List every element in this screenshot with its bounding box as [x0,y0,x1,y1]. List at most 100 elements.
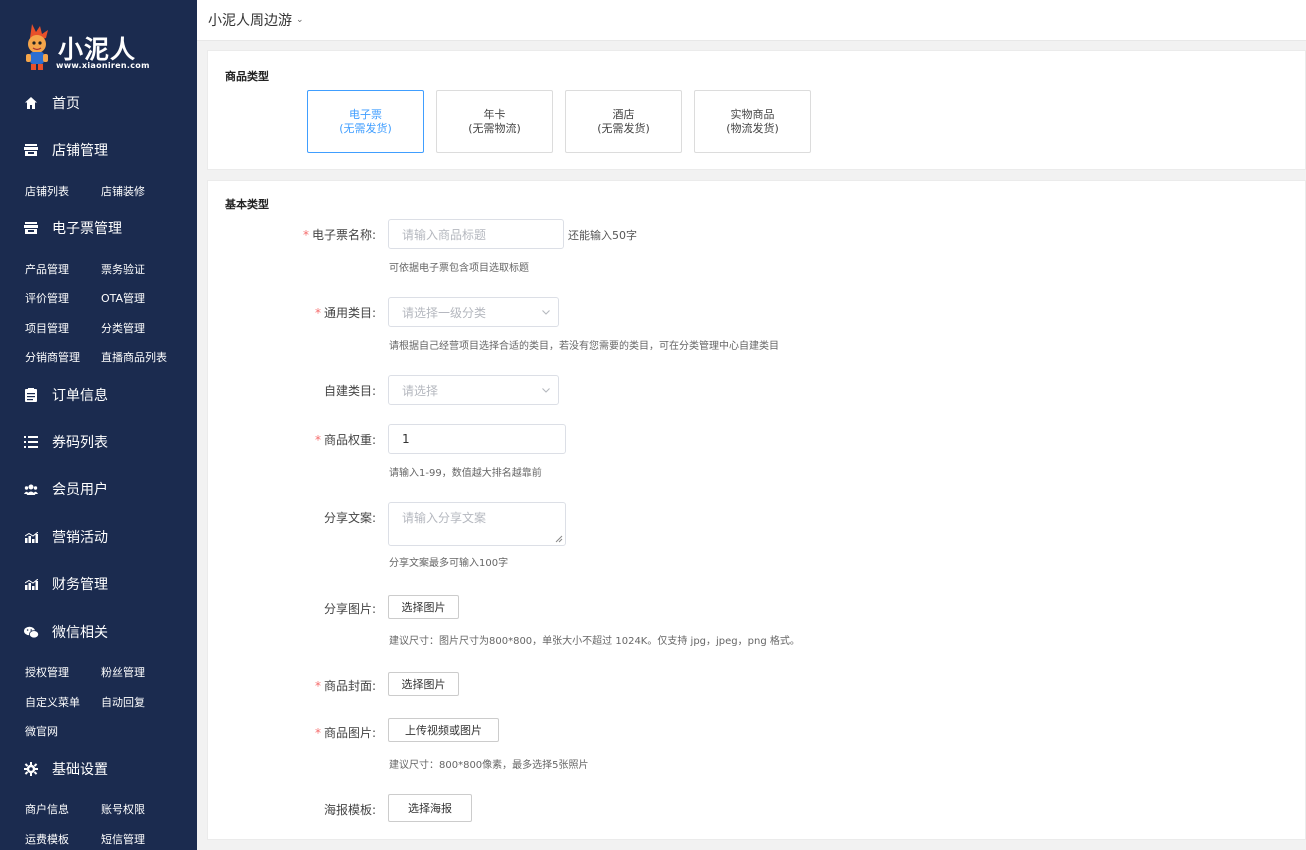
store-icon [23,220,39,236]
logo[interactable]: 小泥人 www.xiaoniren.com [0,0,197,78]
sidebar-subitem-merchant-info[interactable]: 商户信息 [25,801,69,817]
sidebar-subitem-live-products[interactable]: 直播商品列表 [101,349,167,365]
cover-label: * 商品封面: [315,677,376,694]
required-mark: * [302,228,309,242]
chevron-down-icon [542,388,550,393]
cover-label-text: 商品封面: [323,679,376,693]
sidebar-subitem-shop-list[interactable]: 店铺列表 [25,183,69,199]
sidebar-item-label: 营销活动 [52,530,108,546]
sidebar-subitem-sms[interactable]: 短信管理 [101,831,145,847]
poster-label: 海报模板: [323,803,376,817]
bar-chart-icon [23,576,39,592]
sidebar-item-label: 电子票管理 [52,221,122,237]
list-icon [23,434,39,450]
share-text-textarea[interactable]: 请输入分享文案 [388,502,566,546]
sidebar-subitem-account-perms[interactable]: 账号权限 [101,801,145,817]
type-option-hotel[interactable]: 酒店 (无需发货) [565,90,682,153]
sidebar-item-label: 券码列表 [52,435,108,451]
sidebar-item-eticket[interactable]: 电子票管理 [0,213,197,243]
sidebar-item-label: 财务管理 [52,577,108,593]
custom-category-label: 自建类目: [323,384,376,398]
sidebar-subitem-ticket-verify[interactable]: 票务验证 [101,261,145,277]
bar-chart-icon [23,529,39,545]
sidebar-item-settings[interactable]: 基础设置 [0,754,197,784]
sidebar-item-marketing[interactable]: 营销活动 [0,522,197,552]
sidebar-item-label: 微信相关 [52,625,108,641]
share-text-label: 分享文案: [323,511,376,525]
gear-icon [23,761,39,777]
share-image-select-button[interactable]: 选择图片 [388,595,459,619]
sidebar-subitem-fans[interactable]: 粉丝管理 [101,664,145,680]
category-placeholder: 请选择一级分类 [402,305,487,320]
chevron-down-icon: ⌄ [296,15,304,25]
upload-media-button[interactable]: 上传视频或图片 [388,718,499,742]
name-char-counter: 还能输入50字 [568,229,637,242]
shop-selector[interactable]: 小泥人周边游 ⌄ [208,10,304,30]
sidebar-item-label: 基础设置 [52,762,108,778]
custom-category-select[interactable]: 请选择 [388,375,559,405]
chevron-down-icon [542,310,550,315]
clipboard-icon [23,387,39,403]
sidebar-subitem-projects[interactable]: 项目管理 [25,320,69,336]
type-option-annual-card[interactable]: 年卡 (无需物流) [436,90,553,153]
required-mark: * [314,306,321,320]
top-header: 小泥人周边游 ⌄ [197,0,1306,41]
sidebar-subitem-custom-menu[interactable]: 自定义菜单 [25,694,80,710]
share-text-placeholder: 请输入分享文案 [402,511,487,525]
sidebar-item-members[interactable]: 会员用户 [0,474,197,504]
store-icon [23,142,39,158]
category-label: * 通用类目: [315,304,376,321]
sidebar-item-codes[interactable]: 券码列表 [0,427,197,457]
sidebar-subitem-shipping-template[interactable]: 运费模板 [25,831,69,847]
sidebar-subitem-ota[interactable]: OTA管理 [101,290,145,306]
poster-select-button[interactable]: 选择海报 [388,794,472,822]
sidebar-item-label: 会员用户 [52,482,108,498]
resize-grip-icon[interactable] [555,535,563,543]
category-label-text: 通用类目: [323,306,376,320]
sidebar-item-orders[interactable]: 订单信息 [0,380,197,410]
sidebar-item-home[interactable]: 首页 [0,88,197,118]
sidebar-subitem-auth[interactable]: 授权管理 [25,664,69,680]
type-option-eticket[interactable]: 电子票 (无需发货) [307,90,424,153]
images-label-text: 商品图片: [323,726,376,740]
custom-category-placeholder: 请选择 [402,383,439,398]
sidebar-subitem-shop-decor[interactable]: 店铺装修 [101,183,145,199]
type-option-name: 酒店 [612,107,635,121]
weight-label-text: 商品权重: [323,433,376,447]
sidebar-subitem-categories[interactable]: 分类管理 [101,320,145,336]
share-text-hint: 分享文案最多可输入100字 [389,558,509,569]
type-option-note: (无需物流) [468,121,521,135]
sidebar-item-wechat[interactable]: 微信相关 [0,617,197,647]
images-label: * 商品图片: [315,724,376,741]
product-type-card: 商品类型 电子票 (无需发货) 年卡 (无需物流) 酒店 (无需发货) 实物商品… [207,50,1306,170]
sidebar-item-label: 首页 [52,96,80,112]
sidebar-item-label: 店铺管理 [52,143,108,159]
weight-hint: 请输入1-99，数值越大排名越靠前 [389,468,542,479]
type-option-note: (无需发货) [339,121,392,135]
sidebar-subitem-reviews[interactable]: 评价管理 [25,290,69,306]
sidebar: 小泥人 www.xiaoniren.com 首页 店铺管理 店铺列表 店铺装修 … [0,0,197,850]
required-mark: * [314,679,321,693]
type-option-note: (物流发货) [726,121,779,135]
category-select[interactable]: 请选择一级分类 [388,297,559,327]
weight-label: * 商品权重: [315,431,376,448]
basic-info-title: 基本类型 [225,198,269,211]
weight-input[interactable]: 1 [388,424,566,454]
cover-select-button[interactable]: 选择图片 [388,672,459,696]
sidebar-item-label: 订单信息 [52,388,108,404]
share-image-label: 分享图片: [323,602,376,616]
share-image-hint: 建议尺寸：图片尺寸为800*800，单张大小不超过 1024K。仅支持 jpg，… [389,636,800,647]
mascot-logo-icon [26,24,48,70]
sidebar-subitem-auto-reply[interactable]: 自动回复 [101,694,145,710]
type-option-note: (无需发货) [597,121,650,135]
wechat-icon [23,624,39,640]
sidebar-item-shop[interactable]: 店铺管理 [0,135,197,165]
sidebar-subitem-micro-site[interactable]: 微官网 [25,723,58,739]
name-label-text: 电子票名称: [311,228,376,242]
sidebar-subitem-distributors[interactable]: 分销商管理 [25,349,80,365]
type-option-name: 年卡 [483,107,506,121]
sidebar-subitem-products[interactable]: 产品管理 [25,261,69,277]
sidebar-item-finance[interactable]: 财务管理 [0,569,197,599]
ticket-name-input[interactable]: 请输入商品标题 [388,219,564,249]
type-option-physical[interactable]: 实物商品 (物流发货) [694,90,811,153]
